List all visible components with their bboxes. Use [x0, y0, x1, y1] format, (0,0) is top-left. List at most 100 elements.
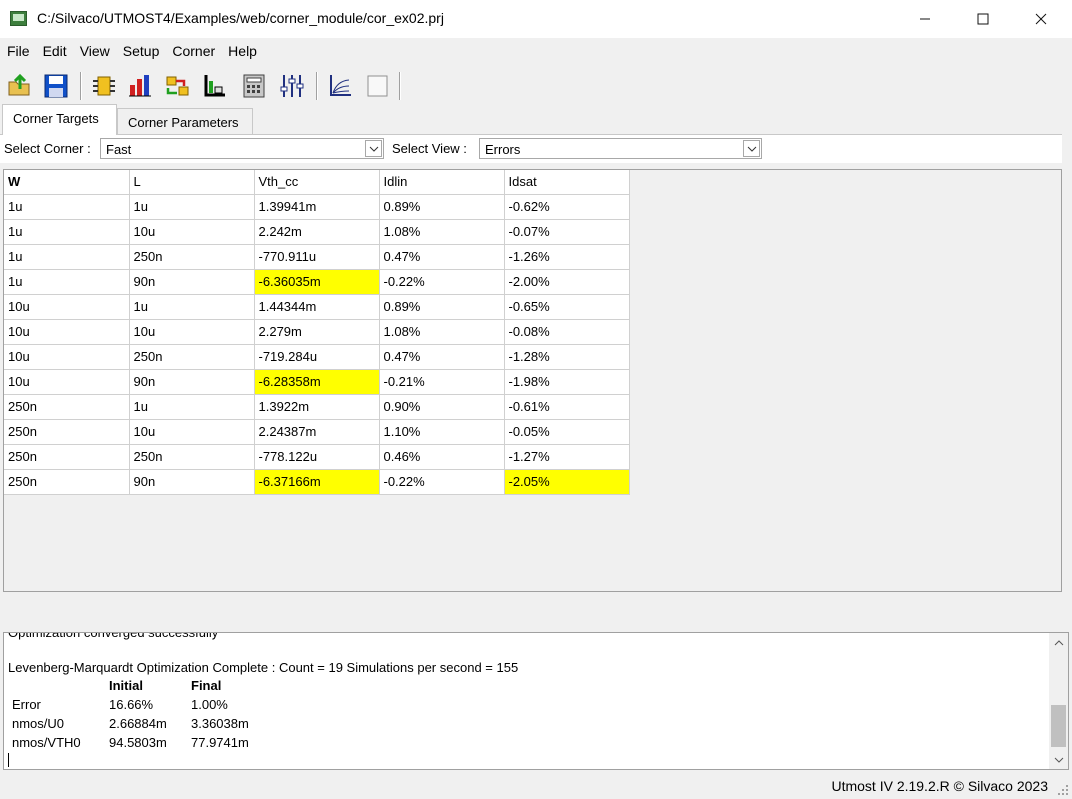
tab-corner-parameters[interactable]: Corner Parameters	[117, 108, 253, 135]
table-cell-l[interactable]: 90n	[129, 369, 255, 395]
table-row[interactable]: 250n 10u 2.24387m 1.10% -0.05%	[4, 419, 630, 445]
table-cell-idlin[interactable]: 1.08%	[379, 319, 505, 345]
table-cell-w[interactable]: 250n	[4, 469, 130, 495]
table-cell-l[interactable]: 250n	[129, 344, 255, 370]
table-row[interactable]: 250n 250n -778.122u 0.46% -1.27%	[4, 444, 630, 470]
bar-chart-button[interactable]	[126, 72, 154, 100]
table-cell-idlin[interactable]: -0.22%	[379, 469, 505, 495]
table-cell-idlin[interactable]: 0.89%	[379, 294, 505, 320]
table-cell-w[interactable]: 10u	[4, 369, 130, 395]
table-row[interactable]: 1u 250n -770.911u 0.47% -1.26%	[4, 244, 630, 270]
table-cell-l[interactable]: 90n	[129, 269, 255, 295]
save-button[interactable]	[42, 72, 70, 100]
table-cell-idsat[interactable]: -1.26%	[504, 244, 630, 270]
table-cell-l[interactable]: 90n	[129, 469, 255, 495]
table-cell-l[interactable]: 1u	[129, 194, 255, 220]
table-cell-vth-cc[interactable]: -6.28358m	[254, 369, 380, 395]
column-header-w[interactable]: W	[4, 170, 130, 195]
table-cell-l[interactable]: 1u	[129, 394, 255, 420]
table-cell-idsat[interactable]: -1.98%	[504, 369, 630, 395]
column-header-vth-cc[interactable]: Vth_cc	[254, 170, 380, 195]
blank-page-button[interactable]	[364, 72, 392, 100]
table-cell-vth-cc[interactable]: 1.39941m	[254, 194, 380, 220]
table-cell-w[interactable]: 10u	[4, 319, 130, 345]
table-cell-idsat[interactable]: -0.61%	[504, 394, 630, 420]
table-row[interactable]: 10u 250n -719.284u 0.47% -1.28%	[4, 344, 630, 370]
module-button[interactable]	[90, 72, 118, 100]
table-cell-idlin[interactable]: -0.22%	[379, 269, 505, 295]
table-cell-w[interactable]: 1u	[4, 244, 130, 270]
select-view-dropdown[interactable]: Errors	[479, 138, 762, 159]
transfer-button[interactable]	[164, 72, 192, 100]
table-row[interactable]: 10u 10u 2.279m 1.08% -0.08%	[4, 319, 630, 345]
scroll-thumb[interactable]	[1051, 705, 1066, 747]
table-cell-l[interactable]: 1u	[129, 294, 255, 320]
table-cell-idlin[interactable]: 1.08%	[379, 219, 505, 245]
table-cell-idlin[interactable]: 0.90%	[379, 394, 505, 420]
table-cell-idsat[interactable]: -0.62%	[504, 194, 630, 220]
table-cell-l[interactable]: 10u	[129, 219, 255, 245]
table-cell-idlin[interactable]: 0.47%	[379, 244, 505, 270]
column-header-idsat[interactable]: Idsat	[504, 170, 630, 195]
maximize-button[interactable]	[954, 0, 1012, 38]
table-cell-vth-cc[interactable]: -6.37166m	[254, 469, 380, 495]
table-cell-idlin[interactable]: 1.10%	[379, 419, 505, 445]
tab-corner-targets[interactable]: Corner Targets	[2, 104, 117, 135]
table-row[interactable]: 1u 90n -6.36035m -0.22% -2.00%	[4, 269, 630, 295]
table-cell-w[interactable]: 10u	[4, 344, 130, 370]
table-cell-w[interactable]: 250n	[4, 444, 130, 470]
table-cell-idlin[interactable]: 0.46%	[379, 444, 505, 470]
table-cell-w[interactable]: 250n	[4, 394, 130, 420]
table-cell-vth-cc[interactable]: -778.122u	[254, 444, 380, 470]
table-cell-idsat[interactable]: -2.05%	[504, 469, 630, 495]
table-cell-vth-cc[interactable]: 1.3922m	[254, 394, 380, 420]
table-cell-vth-cc[interactable]: -770.911u	[254, 244, 380, 270]
close-button[interactable]	[1012, 0, 1070, 38]
menu-file[interactable]: File	[0, 38, 36, 64]
corner-targets-grid[interactable]: W L Vth_cc Idlin Idsat 1u 1u 1.39941m 0.89%…	[3, 169, 1062, 592]
log-output[interactable]: Optimization converged successfully Leve…	[3, 632, 1069, 770]
table-cell-l[interactable]: 250n	[129, 244, 255, 270]
table-cell-vth-cc[interactable]: -719.284u	[254, 344, 380, 370]
calculator-button[interactable]	[240, 72, 268, 100]
table-cell-w[interactable]: 10u	[4, 294, 130, 320]
table-cell-vth-cc[interactable]: -6.36035m	[254, 269, 380, 295]
table-cell-vth-cc[interactable]: 2.242m	[254, 219, 380, 245]
open-button[interactable]	[6, 72, 34, 100]
table-row[interactable]: 10u 1u 1.44344m 0.89% -0.65%	[4, 294, 630, 320]
menu-corner[interactable]: Corner	[165, 38, 221, 64]
column-header-l[interactable]: L	[129, 170, 255, 195]
curve-plot-button[interactable]	[326, 72, 354, 100]
table-cell-l[interactable]: 250n	[129, 444, 255, 470]
menu-view[interactable]: View	[73, 38, 116, 64]
table-cell-idlin[interactable]: 0.89%	[379, 194, 505, 220]
bracket-chart-button[interactable]	[200, 72, 228, 100]
table-cell-w[interactable]: 1u	[4, 194, 130, 220]
table-cell-vth-cc[interactable]: 2.279m	[254, 319, 380, 345]
table-row[interactable]: 10u 90n -6.28358m -0.21% -1.98%	[4, 369, 630, 395]
table-row[interactable]: 250n 1u 1.3922m 0.90% -0.61%	[4, 394, 630, 420]
scroll-up-button[interactable]	[1049, 633, 1068, 652]
table-cell-idsat[interactable]: -2.00%	[504, 269, 630, 295]
select-corner-arrow[interactable]	[365, 140, 382, 157]
sliders-button[interactable]	[278, 72, 306, 100]
table-cell-idsat[interactable]: -0.08%	[504, 319, 630, 345]
table-cell-idlin[interactable]: -0.21%	[379, 369, 505, 395]
menu-setup[interactable]: Setup	[116, 38, 166, 64]
table-cell-w[interactable]: 1u	[4, 219, 130, 245]
table-row[interactable]: 1u 1u 1.39941m 0.89% -0.62%	[4, 194, 630, 220]
table-cell-idlin[interactable]: 0.47%	[379, 344, 505, 370]
select-view-arrow[interactable]	[743, 140, 760, 157]
menu-edit[interactable]: Edit	[36, 38, 73, 64]
table-row[interactable]: 1u 10u 2.242m 1.08% -0.07%	[4, 219, 630, 245]
select-corner-dropdown[interactable]: Fast	[100, 138, 384, 159]
table-cell-idsat[interactable]: -0.05%	[504, 419, 630, 445]
table-cell-w[interactable]: 250n	[4, 419, 130, 445]
scroll-down-button[interactable]	[1049, 750, 1068, 769]
table-cell-idsat[interactable]: -1.28%	[504, 344, 630, 370]
table-cell-l[interactable]: 10u	[129, 419, 255, 445]
table-cell-vth-cc[interactable]: 2.24387m	[254, 419, 380, 445]
table-cell-idsat[interactable]: -0.65%	[504, 294, 630, 320]
table-cell-w[interactable]: 1u	[4, 269, 130, 295]
table-row[interactable]: 250n 90n -6.37166m -0.22% -2.05%	[4, 469, 630, 495]
